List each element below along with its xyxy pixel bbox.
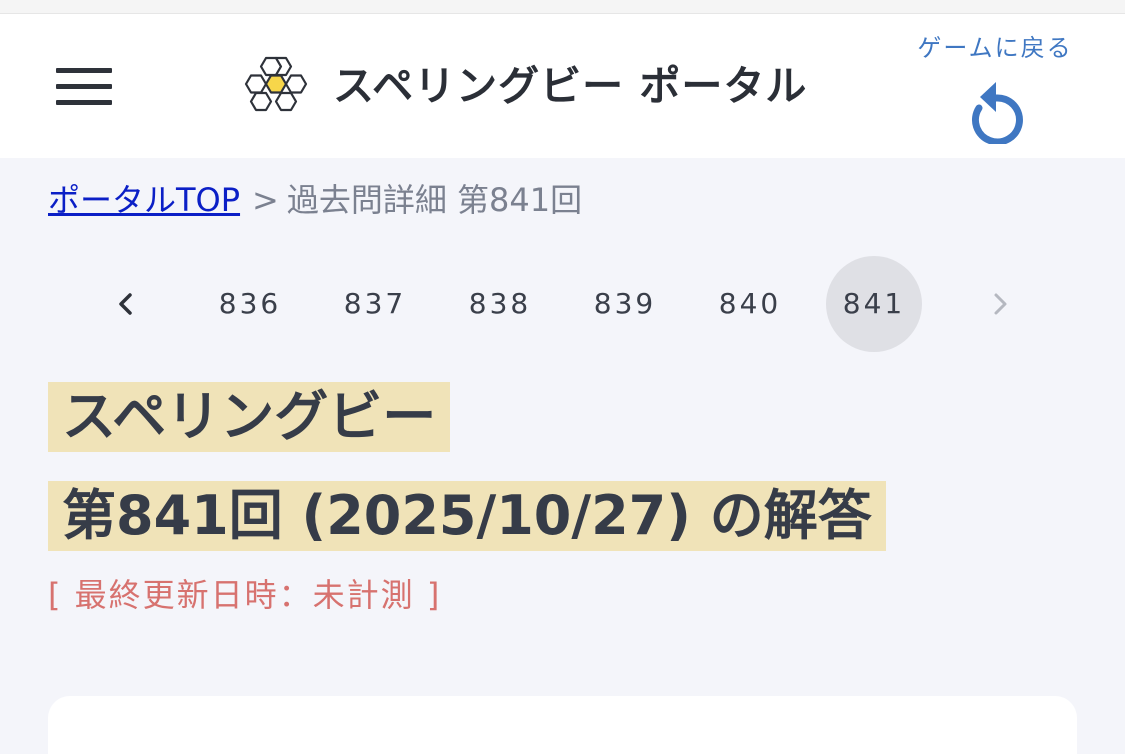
page-title-line2: 第841回 (2025/10/27) の解答 bbox=[48, 481, 886, 551]
pagination: 836 837 838 839 840 841 bbox=[78, 256, 1038, 352]
page-841-current[interactable]: 841 bbox=[826, 256, 922, 352]
chevron-right-icon[interactable] bbox=[952, 256, 1048, 352]
page-836[interactable]: 836 bbox=[202, 256, 298, 352]
page-839[interactable]: 839 bbox=[577, 256, 673, 352]
breadcrumb-home-link[interactable]: ポータルTOP bbox=[48, 181, 240, 219]
hamburger-menu-icon[interactable] bbox=[56, 68, 112, 108]
page-838[interactable]: 838 bbox=[452, 256, 548, 352]
page-title-line1: スペリングビー bbox=[48, 382, 451, 452]
breadcrumb: ポータルTOP > 過去問詳細 第841回 bbox=[48, 176, 582, 224]
menu-bar bbox=[56, 68, 112, 73]
honeycomb-logo-icon bbox=[244, 56, 308, 112]
site-title: スペリングビー ポータル bbox=[333, 62, 808, 110]
menu-bar bbox=[56, 100, 112, 105]
page-837[interactable]: 837 bbox=[327, 256, 423, 352]
top-status-strip bbox=[0, 0, 1125, 14]
chevron-left-icon[interactable] bbox=[78, 256, 174, 352]
menu-bar bbox=[56, 84, 112, 89]
last-updated-text: [ 最終更新日時：未計測 ] bbox=[48, 576, 442, 614]
breadcrumb-current: 過去問詳細 第841回 bbox=[286, 181, 583, 219]
breadcrumb-separator: > bbox=[252, 181, 279, 219]
back-to-game-button[interactable]: ゲームに戻る bbox=[900, 30, 1090, 160]
undo-arrow-icon bbox=[972, 82, 1023, 144]
page-840[interactable]: 840 bbox=[702, 256, 798, 352]
back-to-game-label: ゲームに戻る bbox=[917, 34, 1073, 62]
answer-card bbox=[48, 696, 1077, 754]
site-header: スペリングビー ポータル ゲームに戻る bbox=[0, 14, 1125, 158]
